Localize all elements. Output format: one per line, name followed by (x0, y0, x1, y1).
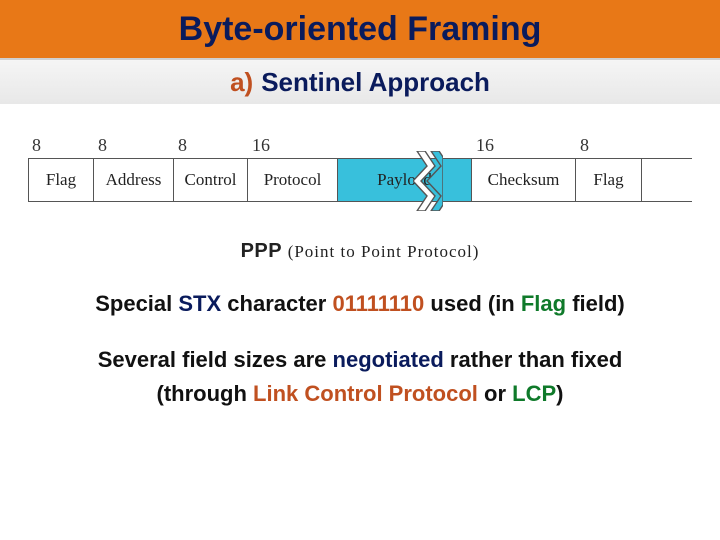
l2-brpre: (through (157, 381, 254, 406)
l1-stx: STX (178, 291, 221, 316)
slide-title: Byte-oriented Framing (179, 10, 542, 49)
ppp-frame-diagram: 8 8 8 16 16 8 Flag Address Control Proto… (28, 132, 692, 222)
l1-mid1: character (221, 291, 332, 316)
fields-row: Flag Address Control Protocol Payload Ch… (28, 158, 692, 202)
bits-flag1: 8 (28, 132, 94, 158)
l1-mid2: used (in (424, 291, 521, 316)
l1-pre: Special (95, 291, 178, 316)
subtitle-text: Sentinel Approach (261, 67, 490, 98)
l2-or: or (478, 381, 512, 406)
field-payload: Payload (338, 159, 472, 201)
stx-line: Special STX character 01111110 used (in … (0, 291, 720, 317)
bits-payload (338, 132, 472, 158)
title-bar: Byte-oriented Framing (0, 0, 720, 60)
field-control: Control (174, 159, 248, 201)
field-payload-label: Payload (377, 170, 432, 190)
subtitle-marker: a) (230, 67, 253, 98)
bit-widths-row: 8 8 8 16 16 8 (28, 132, 692, 158)
field-address: Address (94, 159, 174, 201)
l2-post: ) (556, 381, 563, 406)
caption-ppp: PPP (241, 240, 283, 262)
bits-checksum: 16 (472, 132, 576, 158)
field-flag2: Flag (576, 159, 642, 201)
field-flag1: Flag (28, 159, 94, 201)
negotiate-line: Several field sizes are negotiated rathe… (0, 343, 720, 411)
bits-protocol: 16 (248, 132, 338, 158)
bits-control: 8 (174, 132, 248, 158)
l2-lcpa: LCP (512, 381, 556, 406)
subtitle-bar: a) Sentinel Approach (0, 60, 720, 104)
caption-paren: (Point to Point Protocol) (288, 242, 480, 261)
bits-address: 8 (94, 132, 174, 158)
field-checksum: Checksum (472, 159, 576, 201)
bits-flag2: 8 (576, 132, 642, 158)
l2-lcp: Link Control Protocol (253, 381, 478, 406)
l1-bits: 01111110 (332, 291, 424, 316)
frame-caption: PPP (Point to Point Protocol) (0, 240, 720, 263)
l2-pre: Several field sizes are (98, 347, 333, 372)
l2-mid: rather than fixed (444, 347, 622, 372)
body-text: Special STX character 01111110 used (in … (0, 291, 720, 411)
l1-flag: Flag (521, 291, 566, 316)
l2-neg: negotiated (333, 347, 444, 372)
field-protocol: Protocol (248, 159, 338, 201)
l1-post: field) (566, 291, 625, 316)
